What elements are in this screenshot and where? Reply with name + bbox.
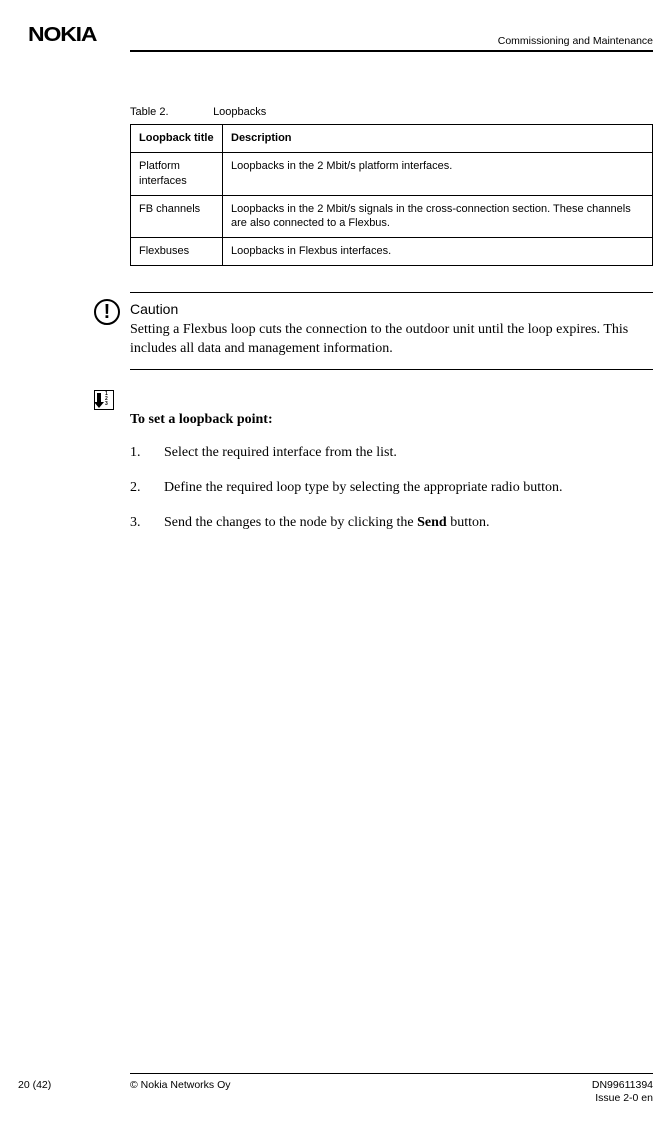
table-header-description: Description: [223, 125, 653, 153]
table-cell-desc: Loopbacks in Flexbus interfaces.: [223, 238, 653, 266]
page-footer: 20 (42) © Nokia Networks Oy DN99611394 I…: [18, 1079, 653, 1106]
page: NOKIA Commissioning and Maintenance Tabl…: [0, 0, 671, 1130]
procedure-step: Select the required interface from the l…: [130, 444, 653, 463]
caution-icon: !: [94, 299, 120, 325]
table-row: Flexbuses Loopbacks in Flexbus interface…: [131, 238, 653, 266]
header-section-title: Commissioning and Maintenance: [498, 35, 653, 47]
table-row: Platform interfaces Loopbacks in the 2 M…: [131, 152, 653, 195]
procedure-step: Send the changes to the node by clicking…: [130, 514, 653, 533]
footer-docinfo: DN99611394 Issue 2-0 en: [592, 1079, 653, 1106]
nokia-logo: NOKIA: [28, 24, 96, 47]
table-caption-label: Table 2.: [130, 106, 210, 118]
caution-title: Caution: [130, 301, 653, 317]
footer-copyright: © Nokia Networks Oy: [130, 1079, 592, 1091]
table-caption-title: Loopbacks: [213, 106, 266, 118]
caution-body: Setting a Flexbus loop cuts the connecti…: [130, 321, 653, 359]
steps-icon-wrap: 123: [94, 390, 116, 412]
send-label-bold: Send: [417, 515, 447, 530]
content-area: Table 2. Loopbacks Loopback title Descri…: [130, 106, 653, 549]
procedure-title: To set a loopback point:: [130, 412, 653, 428]
footer-issue: Issue 2-0 en: [592, 1092, 653, 1106]
procedure-block: 123 To set a loopback point: Select the …: [130, 412, 653, 533]
table-cell-desc: Loopbacks in the 2 Mbit/s signals in the…: [223, 195, 653, 238]
numbered-steps-icon: 123: [94, 390, 114, 410]
page-header: NOKIA Commissioning and Maintenance: [28, 24, 653, 47]
footer-docnum: DN99611394: [592, 1079, 653, 1093]
caution-icon-wrap: !: [94, 299, 120, 325]
procedure-step: Define the required loop type by selecti…: [130, 479, 653, 498]
loopbacks-table: Loopback title Description Platform inte…: [130, 124, 653, 266]
footer-rule: [130, 1073, 653, 1074]
table-caption: Table 2. Loopbacks: [130, 106, 653, 118]
footer-page-number: 20 (42): [18, 1079, 130, 1091]
caution-block: ! Caution Setting a Flexbus loop cuts th…: [130, 292, 653, 370]
header-rule: [130, 50, 653, 52]
table-cell-title: Flexbuses: [131, 238, 223, 266]
table-row: FB channels Loopbacks in the 2 Mbit/s si…: [131, 195, 653, 238]
procedure-steps: Select the required interface from the l…: [130, 444, 653, 533]
table-cell-desc: Loopbacks in the 2 Mbit/s platform inter…: [223, 152, 653, 195]
table-header-loopback-title: Loopback title: [131, 125, 223, 153]
table-cell-title: Platform interfaces: [131, 152, 223, 195]
table-cell-title: FB channels: [131, 195, 223, 238]
